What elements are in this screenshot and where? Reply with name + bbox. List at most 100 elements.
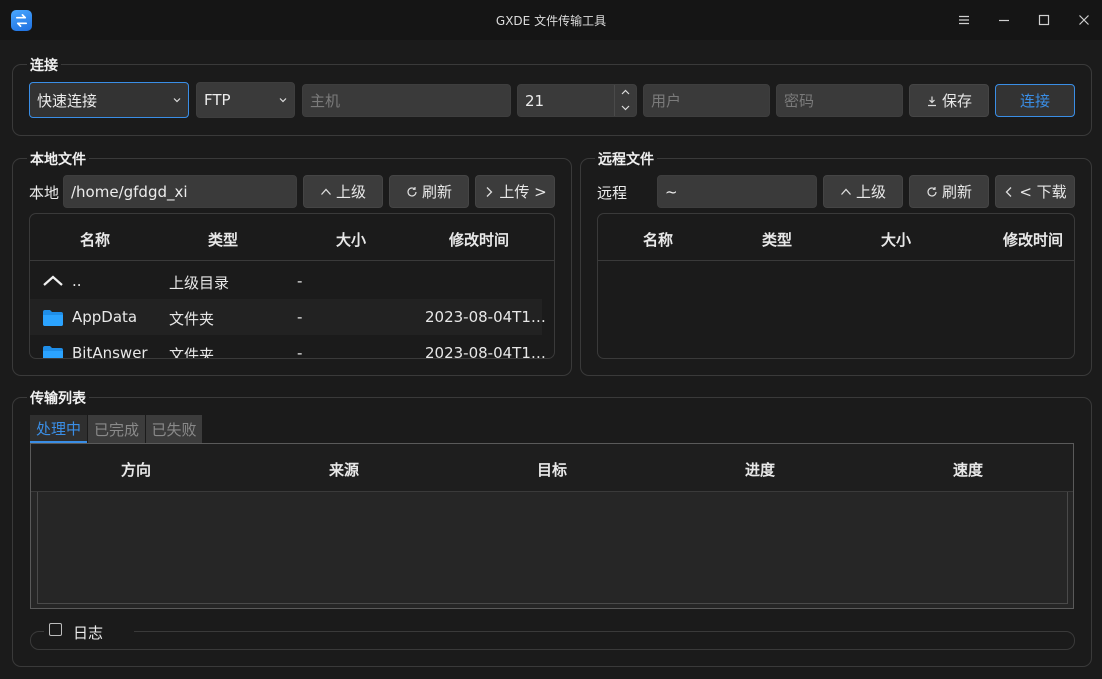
column-header-name[interactable]: 名称 (615, 229, 701, 250)
table-row[interactable]: AppData 文件夹 - 2023-08-04T1… (30, 299, 546, 335)
remote-path-label: 远程 (597, 184, 628, 202)
remote-path-value: ~ (665, 182, 678, 201)
remote-files-title: 远程文件 (595, 149, 657, 169)
transfer-table: 方向 来源 目标 进度 速度 (30, 443, 1074, 609)
connect-label: 连接 (1019, 92, 1050, 110)
quick-connect-value: 快速连接 (37, 91, 98, 110)
column-header-size[interactable]: 大小 (308, 229, 394, 250)
column-header-progress[interactable]: 进度 (710, 459, 810, 480)
connect-button[interactable]: 连接 (995, 84, 1075, 117)
tab-processing[interactable]: 处理中 (30, 415, 87, 443)
table-row[interactable]: .. 上级目录 - (30, 263, 542, 299)
folder-icon (43, 346, 63, 358)
column-header-speed[interactable]: 速度 (918, 459, 1018, 480)
file-type: 上级目录 (169, 274, 230, 292)
password-placeholder: 密码 (784, 92, 815, 110)
file-size: - (297, 272, 303, 290)
local-path-label: 本地 (29, 184, 60, 202)
transfer-table-body (37, 492, 1068, 604)
column-header-direction[interactable]: 方向 (86, 459, 186, 480)
remote-refresh-button[interactable]: 刷新 (909, 175, 989, 208)
chevron-up-icon[interactable] (621, 89, 630, 96)
upload-button[interactable]: 上传 > (475, 175, 555, 208)
menu-icon[interactable] (951, 8, 977, 32)
save-button[interactable]: 保存 (909, 84, 989, 117)
local-file-table: 名称 类型 大小 修改时间 .. 上级目录 - AppData 文件夹 - 20… (29, 213, 555, 359)
column-header-type[interactable]: 类型 (180, 229, 266, 250)
chevron-down-icon[interactable] (621, 104, 630, 111)
quick-connect-select[interactable]: 快速连接 (29, 82, 189, 118)
user-input[interactable]: 用户 (643, 84, 770, 117)
parent-dir-icon (43, 275, 63, 286)
connection-group-title: 连接 (27, 55, 61, 75)
chevron-down-icon (173, 98, 181, 103)
port-stepper[interactable] (614, 85, 636, 116)
folder-icon (43, 310, 63, 326)
log-checkbox[interactable] (49, 623, 62, 636)
local-table-header: 名称 类型 大小 修改时间 (30, 214, 554, 261)
column-header-source[interactable]: 来源 (294, 459, 394, 480)
remote-file-table: 名称 类型 大小 修改时间 (597, 213, 1075, 359)
column-header-target[interactable]: 目标 (502, 459, 602, 480)
file-size: - (297, 308, 303, 326)
local-up-button[interactable]: 上级 (303, 175, 383, 208)
port-spinbox[interactable]: 21 (517, 84, 637, 117)
column-header-name[interactable]: 名称 (52, 229, 138, 250)
remote-up-button[interactable]: 上级 (823, 175, 903, 208)
table-row[interactable]: BitAnswer 文件夹 - 2023-08-04T1… (30, 335, 546, 359)
chevron-down-icon (279, 98, 287, 103)
protocol-value: FTP (204, 91, 231, 109)
transfers-title: 传输列表 (27, 388, 89, 408)
column-header-modified[interactable]: 修改时间 (436, 229, 522, 250)
local-up-label: 上级 (335, 183, 366, 201)
minimize-icon[interactable] (991, 8, 1017, 32)
tab-completed[interactable]: 已完成 (88, 415, 145, 443)
column-header-modified[interactable]: 修改时间 (1003, 229, 1074, 250)
download-icon (927, 96, 936, 106)
upload-label: 上传 > (499, 183, 547, 201)
file-modified: 2023-08-04T1… (425, 344, 546, 359)
download-button[interactable]: < 下载 (995, 175, 1075, 208)
chevron-up-icon (841, 188, 851, 195)
transfer-table-header: 方向 来源 目标 进度 速度 (31, 444, 1073, 492)
local-path-value: /home/gfdgd_xi (71, 182, 188, 201)
column-header-size[interactable]: 大小 (853, 229, 939, 250)
host-input[interactable]: 主机 (302, 84, 511, 117)
refresh-icon (407, 186, 417, 197)
column-header-type[interactable]: 类型 (734, 229, 820, 250)
file-name: AppData (72, 308, 138, 326)
local-refresh-button[interactable]: 刷新 (389, 175, 469, 208)
file-modified: 2023-08-04T1… (425, 308, 546, 326)
user-placeholder: 用户 (651, 92, 682, 110)
protocol-select[interactable]: FTP (196, 82, 295, 118)
host-placeholder: 主机 (310, 92, 341, 110)
remote-refresh-label: 刷新 (941, 183, 972, 201)
window-title: GXDE 文件传输工具 (495, 14, 607, 28)
file-name: BitAnswer (72, 344, 148, 359)
maximize-icon[interactable] (1031, 8, 1057, 32)
file-type: 文件夹 (169, 310, 215, 328)
log-label: 日志 (73, 624, 104, 642)
download-label: < 下载 (1019, 183, 1067, 201)
save-label: 保存 (941, 92, 972, 110)
tab-failed[interactable]: 已失败 (146, 415, 202, 443)
remote-path-input[interactable]: ~ (657, 175, 817, 208)
local-table-body: .. 上级目录 - AppData 文件夹 - 2023-08-04T1… Bi… (30, 261, 546, 359)
local-refresh-label: 刷新 (421, 183, 452, 201)
password-input[interactable]: 密码 (776, 84, 903, 117)
local-path-input[interactable]: /home/gfdgd_xi (63, 175, 297, 208)
chevron-up-icon (321, 188, 331, 195)
file-type: 文件夹 (169, 346, 215, 359)
chevron-left-icon (1005, 186, 1012, 197)
port-value: 21 (525, 91, 545, 110)
remote-up-label: 上级 (855, 183, 886, 201)
log-group (30, 631, 1075, 650)
close-icon[interactable] (1071, 8, 1097, 32)
refresh-icon (927, 186, 937, 197)
file-size: - (297, 344, 303, 359)
chevron-right-icon (486, 186, 493, 197)
remote-table-header: 名称 类型 大小 修改时间 (598, 214, 1074, 261)
log-toggle[interactable]: 日志 (44, 619, 134, 643)
file-name: .. (72, 272, 82, 290)
local-files-title: 本地文件 (27, 149, 89, 169)
